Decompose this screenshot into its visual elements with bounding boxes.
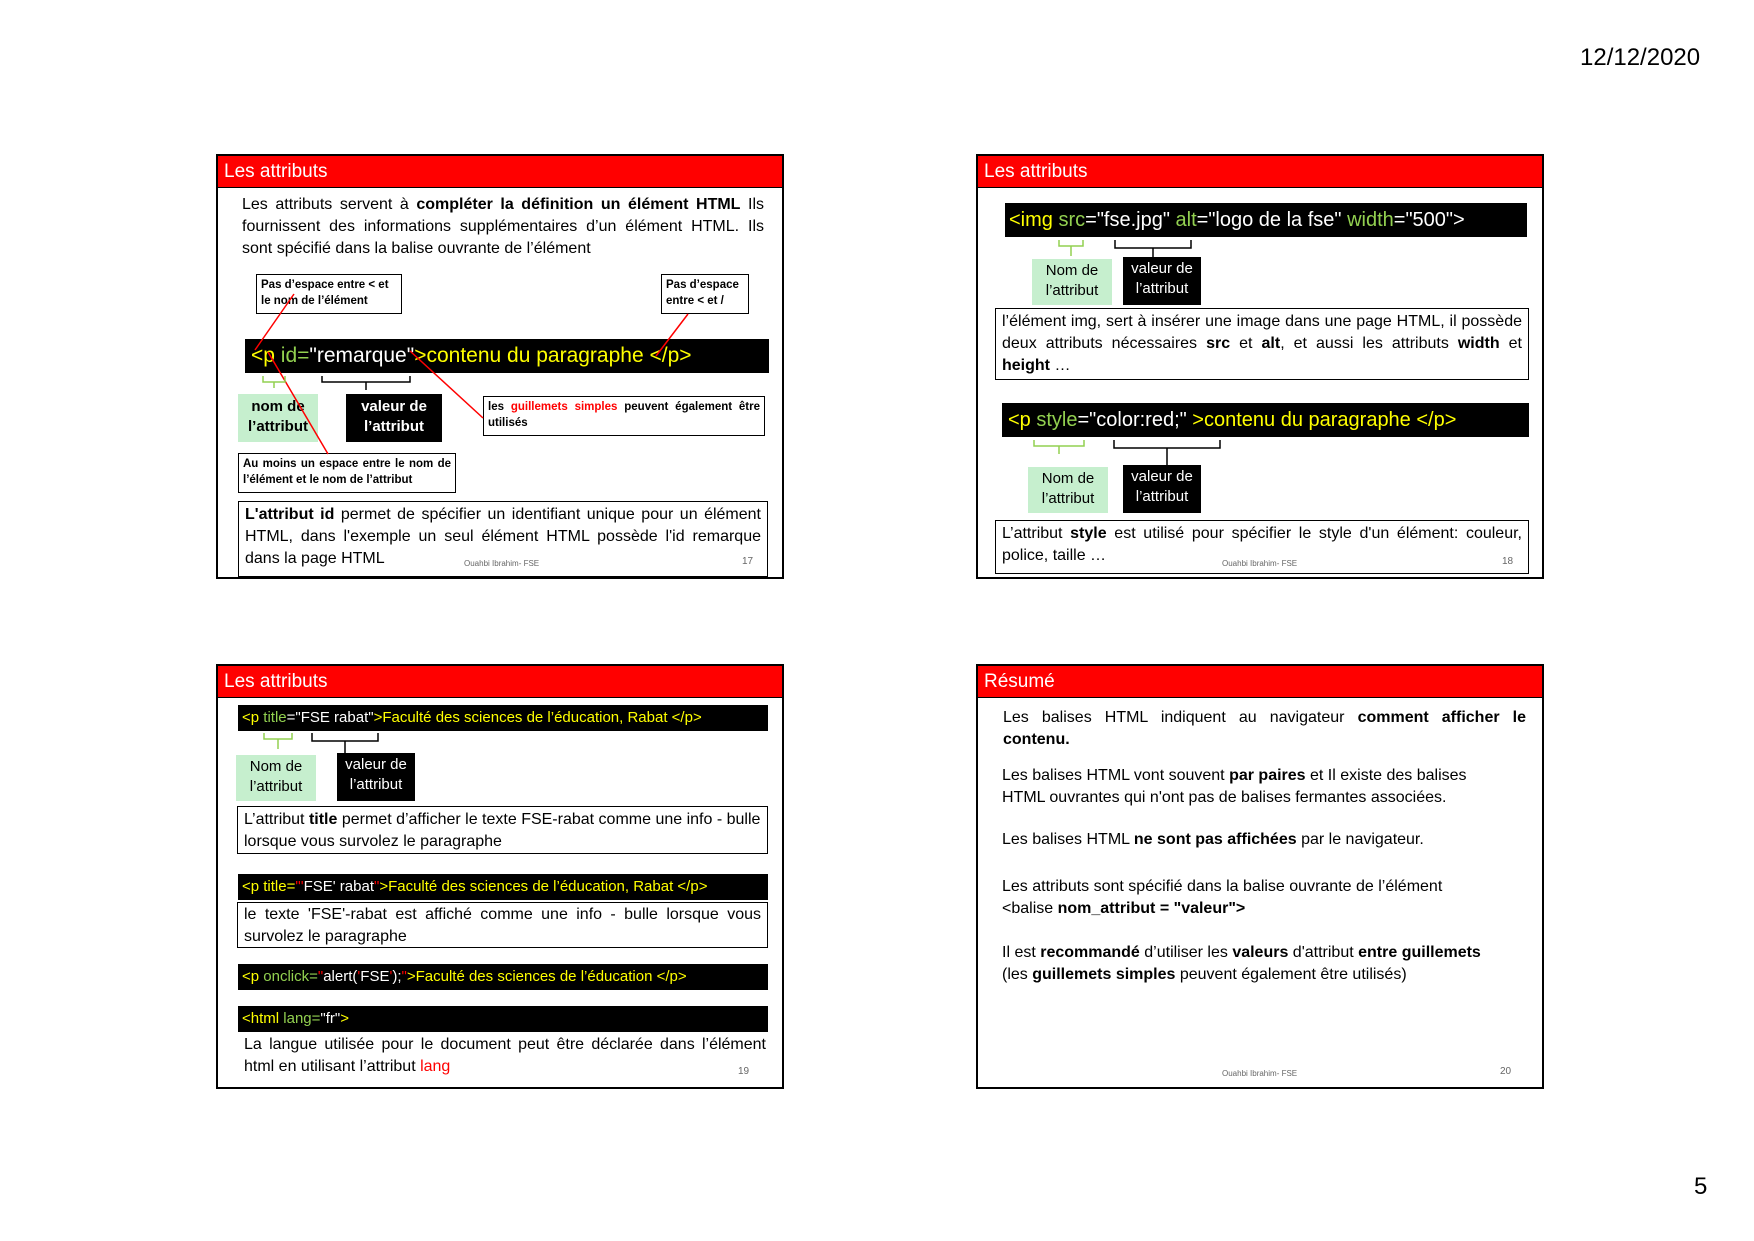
summary-paragraph-3: Les balises HTML ne sont pas affichées p…	[1002, 831, 1424, 848]
slide-20-number: 20	[1500, 1066, 1512, 1077]
slide-19-brackets	[263, 733, 379, 753]
summary-paragraph-5: Il est recommandé d’utiliser les valeurs…	[1002, 944, 1481, 983]
slide-20: Résumé Les balises HTML indiquent au nav…	[976, 664, 1544, 1089]
slide-17: Les attributs Les attributs servent à co…	[216, 154, 784, 579]
slide-17-annotation-lines	[254, 293, 689, 455]
slide-20-footer: Ouahbi Ibrahim- FSE	[1222, 1069, 1298, 1078]
document-date: 12/12/2020	[1580, 44, 1701, 71]
slide-19: Les attributs <p title="FSE rabat">Facul…	[216, 664, 784, 1089]
summary-paragraph-4: Les attributs sont spécifié dans la bali…	[1002, 878, 1443, 917]
slide-20-title: Résumé	[978, 666, 1542, 698]
slide-18: Les attributs <img src="fse.jpg" alt="lo…	[976, 154, 1544, 579]
summary-paragraph-2: Les balises HTML vont souvent par paires…	[1002, 767, 1467, 806]
summary-paragraph-1: Les balises HTML indiquent au navigateur…	[1003, 709, 1527, 748]
page-number: 5	[1694, 1173, 1708, 1200]
slide-18-brackets	[1033, 240, 1221, 465]
